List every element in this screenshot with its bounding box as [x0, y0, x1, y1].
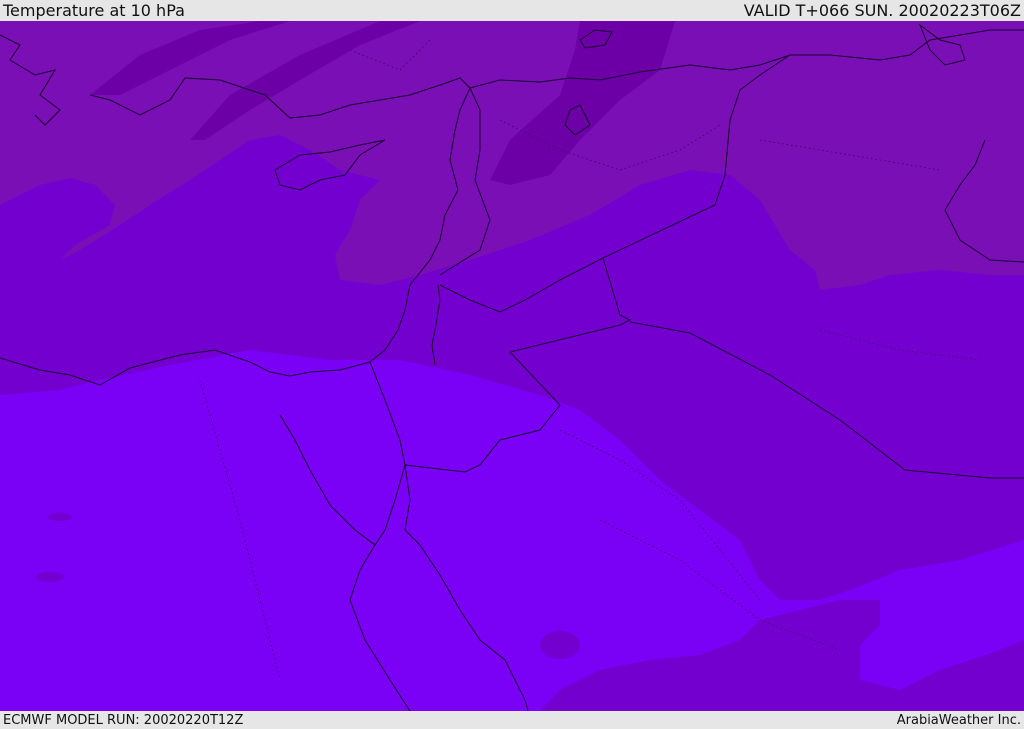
temperature-map: [0, 21, 1024, 711]
light-pocket-4: [36, 572, 64, 582]
map-area: [0, 21, 1024, 711]
map-title: Temperature at 10 hPa: [3, 1, 185, 20]
map-header: Temperature at 10 hPa VALID T+066 SUN. 2…: [0, 0, 1024, 21]
light-pocket-3: [48, 513, 72, 521]
map-footer: ECMWF MODEL RUN: 20020220T12Z ArabiaWeat…: [0, 711, 1024, 729]
model-run: ECMWF MODEL RUN: 20020220T12Z: [3, 712, 244, 728]
brand-credit: ArabiaWeather Inc.: [896, 712, 1021, 728]
valid-time: VALID T+066 SUN. 20020223T06Z: [743, 1, 1021, 20]
light-pocket-1: [164, 293, 216, 303]
light-pocket-2: [540, 631, 580, 659]
